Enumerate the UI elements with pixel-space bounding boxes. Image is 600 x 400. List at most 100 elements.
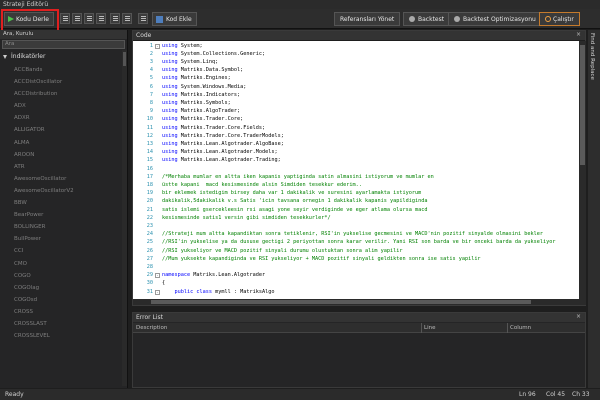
code-line[interactable]: 20 dakikalik,5dakikalik v.s Satis 'icin t… bbox=[133, 198, 579, 206]
code-line[interactable]: 21 satis islemi gsercekleesin rsi asagi y… bbox=[133, 207, 579, 215]
line-number: 28 bbox=[146, 263, 153, 270]
indicator-item[interactable]: ALLIGATOR bbox=[0, 124, 122, 136]
indicator-item[interactable]: ACCDistOscillator bbox=[0, 76, 122, 88]
code-line[interactable]: 30 { bbox=[133, 280, 579, 288]
indicator-item[interactable]: AwesomeOscillatorV2 bbox=[0, 185, 122, 197]
code-line[interactable]: 14 using Matriks.Lean.Algotrader.Models; bbox=[133, 149, 579, 157]
code-horizontal-scrollbar[interactable] bbox=[133, 299, 579, 305]
code-line[interactable]: 13 using Matriks.Lean.Algotrader.AlgoBase… bbox=[133, 141, 579, 149]
indicator-item[interactable]: COGOlag bbox=[0, 282, 122, 294]
indicator-item[interactable]: AROON bbox=[0, 149, 122, 161]
line-number: 21 bbox=[146, 206, 153, 213]
code-line[interactable]: 2 using System.Collections.Generic; bbox=[133, 51, 579, 59]
code-line[interactable]: 9 using Matriks.AlgoTrader; bbox=[133, 108, 579, 116]
code-line[interactable]: 17 /*Merhaba mumlar en altta iken kapanis… bbox=[133, 174, 579, 182]
format-icon[interactable] bbox=[60, 13, 70, 24]
code-line[interactable]: 4 using Matriks.Data.Symbol; bbox=[133, 67, 579, 75]
code-text: kesismesinde satis1 versin gibi simdiden… bbox=[162, 215, 331, 223]
code-editor[interactable]: 1- using System; 2 using System.Collections… bbox=[133, 41, 579, 305]
code-text: using Matriks.Lean.Algotrader.Models; bbox=[162, 149, 278, 157]
indicator-item[interactable]: CROSSLAST bbox=[0, 318, 122, 330]
code-line[interactable]: 6 using System.Windows.Media; bbox=[133, 84, 579, 92]
indent-icon[interactable] bbox=[72, 13, 82, 24]
code-line[interactable]: 27 //Mum yuksekte kapandiginda ve RSI yuk… bbox=[133, 256, 579, 264]
code-line[interactable]: 25 //RSI'in yukselise ya da dususe gectig… bbox=[133, 239, 579, 247]
code-line[interactable]: 16 bbox=[133, 166, 579, 174]
indicator-item[interactable]: BullPower bbox=[0, 233, 122, 245]
fold-toggle-icon[interactable]: - bbox=[155, 273, 160, 279]
indicator-item[interactable]: BBW bbox=[0, 197, 122, 209]
align-icon[interactable] bbox=[96, 13, 106, 24]
find-replace-tab[interactable]: Find and Replace bbox=[588, 30, 600, 388]
outdent-icon[interactable] bbox=[84, 13, 94, 24]
error-col-column[interactable]: Column bbox=[510, 323, 531, 333]
line-number: 2 bbox=[149, 50, 153, 57]
backtest-optimization-button[interactable]: Backtest Optimizasyonu bbox=[448, 12, 542, 26]
indicator-item[interactable]: ATR bbox=[0, 161, 122, 173]
code-line[interactable]: 12 using Matriks.Trader.Core.TraderModels… bbox=[133, 133, 579, 141]
code-line[interactable]: 28 bbox=[133, 264, 579, 272]
indicator-item[interactable]: BOLLINGER bbox=[0, 221, 122, 233]
indicator-item[interactable]: CCI bbox=[0, 245, 122, 257]
backtest-button[interactable]: Backtest bbox=[403, 12, 451, 26]
indicator-item[interactable]: ADX bbox=[0, 100, 122, 112]
indicator-item[interactable]: COGO bbox=[0, 270, 122, 282]
code-vertical-scrollbar[interactable] bbox=[579, 41, 586, 305]
close-icon[interactable]: × bbox=[576, 32, 582, 38]
snippet-icon[interactable] bbox=[138, 13, 148, 24]
indicator-item[interactable]: ALMA bbox=[0, 137, 122, 149]
compile-button[interactable]: Kodu Derle bbox=[4, 12, 54, 26]
indicator-item[interactable]: CROSSLEVEL bbox=[0, 330, 122, 342]
code-line[interactable]: 8 using Matriks.Symbols; bbox=[133, 100, 579, 108]
code-text: //RSI yukseliyor ve MACD pozitif sinyali… bbox=[162, 248, 402, 256]
indicator-item[interactable]: ACCBands bbox=[0, 64, 122, 76]
error-col-description[interactable]: Description bbox=[136, 323, 167, 333]
code-token: { bbox=[162, 280, 166, 287]
indicator-item[interactable]: ACCDistribution bbox=[0, 88, 122, 100]
indicator-search-input[interactable]: Ara bbox=[2, 40, 125, 49]
code-line[interactable]: 19 bir eklemek istedigim birsey daha var … bbox=[133, 190, 579, 198]
code-insert-button[interactable]: Kod Ekle bbox=[152, 12, 197, 26]
code-line[interactable]: 26 //RSI yukseliyor ve MACD pozitif sinya… bbox=[133, 248, 579, 256]
close-icon[interactable]: × bbox=[576, 314, 582, 320]
indicator-item[interactable]: BearPower bbox=[0, 209, 122, 221]
indicator-item[interactable]: CMO bbox=[0, 258, 122, 270]
references-label: Referansları Yönet bbox=[340, 16, 395, 23]
line-number: 9 bbox=[149, 108, 153, 115]
line-number: 24 bbox=[146, 231, 153, 238]
code-text: public class mymll : MatriksAlgo bbox=[162, 289, 274, 297]
code-line[interactable]: 31- public class mymll : MatriksAlgo bbox=[133, 289, 579, 297]
run-button[interactable]: Çalıştır bbox=[539, 12, 580, 26]
code-line[interactable]: 23 bbox=[133, 223, 579, 231]
run-label: Çalıştır bbox=[553, 16, 574, 23]
code-line[interactable]: 18 üstte kapani macd kesismesinde alsin S… bbox=[133, 182, 579, 190]
indicator-scrollbar[interactable] bbox=[122, 50, 127, 386]
code-line[interactable]: 10 using Matriks.Trader.Core; bbox=[133, 116, 579, 124]
indicator-item[interactable]: CROSS bbox=[0, 306, 122, 318]
comment-icon[interactable] bbox=[110, 13, 120, 24]
code-line[interactable]: 5 using Matriks.Engines; bbox=[133, 75, 579, 83]
code-line[interactable]: 11 using Matriks.Trader.Core.Fields; bbox=[133, 125, 579, 133]
code-keyword: using bbox=[162, 108, 178, 115]
code-line[interactable]: 22 kesismesinde satis1 versin gibi simdid… bbox=[133, 215, 579, 223]
code-line[interactable]: 15 using Matriks.Lean.Algotrader.Trading; bbox=[133, 157, 579, 165]
indicator-item[interactable]: AwesomeOscillator bbox=[0, 173, 122, 185]
indicator-group[interactable]: İndikatörler bbox=[3, 52, 123, 62]
code-keyword: namespace bbox=[162, 272, 191, 279]
code-line[interactable]: 29- namespace Matriks.Lean.Algotrader bbox=[133, 272, 579, 280]
indicator-item[interactable]: ADXR bbox=[0, 112, 122, 124]
code-line[interactable]: 7 using Matriks.Indicators; bbox=[133, 92, 579, 100]
code-text: using System.Collections.Generic; bbox=[162, 51, 265, 59]
fold-toggle-icon[interactable]: - bbox=[155, 289, 160, 295]
code-line[interactable]: 24 //Strateji mum altta kapandiktan sonra… bbox=[133, 231, 579, 239]
line-number: 31 bbox=[146, 288, 153, 295]
references-button[interactable]: Referansları Yönet bbox=[334, 12, 401, 26]
uncomment-icon[interactable] bbox=[122, 13, 132, 24]
fold-toggle-icon[interactable]: - bbox=[155, 43, 160, 49]
code-keyword: using bbox=[162, 116, 178, 123]
error-col-line[interactable]: Line bbox=[424, 323, 435, 333]
indicator-item[interactable]: COGOsd bbox=[0, 294, 122, 306]
code-text: using Matriks.AlgoTrader; bbox=[162, 108, 240, 116]
code-line[interactable]: 3 using System.Linq; bbox=[133, 59, 579, 67]
code-line[interactable]: 1- using System; bbox=[133, 43, 579, 51]
